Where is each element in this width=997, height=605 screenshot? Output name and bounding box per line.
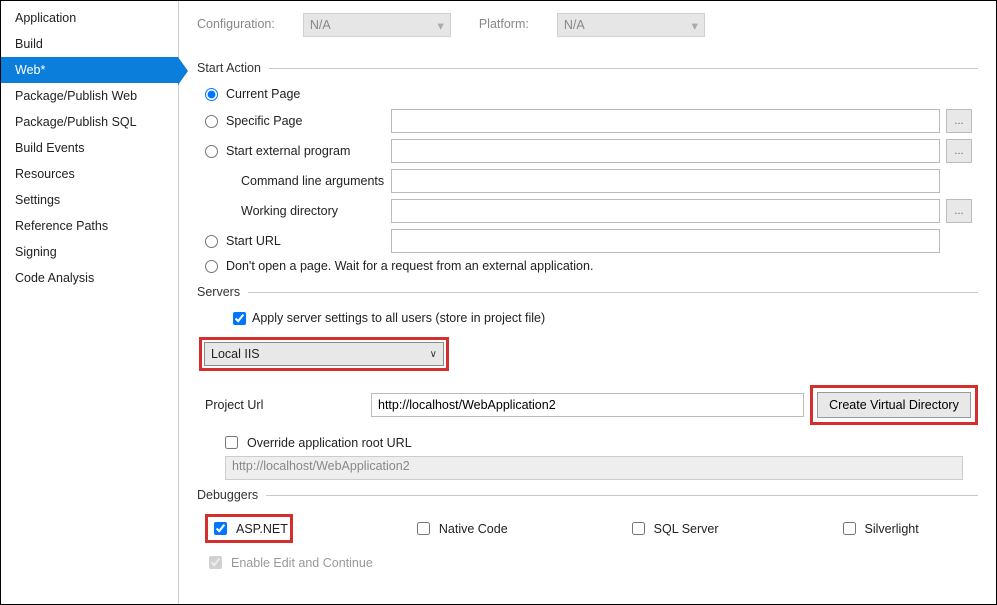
section-servers: Servers: [197, 285, 978, 299]
label-start-url: Start URL: [226, 234, 281, 248]
external-program-browse-button[interactable]: ...: [946, 139, 972, 163]
label-edit-and-continue: Enable Edit and Continue: [231, 556, 373, 570]
section-start-action: Start Action: [197, 61, 978, 75]
radio-start-external[interactable]: [205, 145, 218, 158]
specific-page-browse-button[interactable]: ...: [946, 109, 972, 133]
main-panel: Configuration: N/A▾ Platform: N/A▾ Start…: [179, 1, 996, 604]
server-type-select[interactable]: Local IIS ∨: [204, 342, 444, 366]
checkbox-silverlight[interactable]: [843, 522, 856, 535]
sidebar-item-application[interactable]: Application: [1, 5, 178, 31]
checkbox-edit-and-continue: [209, 556, 222, 569]
radio-specific-page[interactable]: [205, 115, 218, 128]
label-dont-open: Don't open a page. Wait for a request fr…: [226, 259, 593, 273]
sidebar-item-reference-paths[interactable]: Reference Paths: [1, 213, 178, 239]
chevron-down-icon: ▾: [692, 18, 698, 33]
chevron-down-icon: ▾: [438, 18, 444, 33]
external-program-input[interactable]: [391, 139, 940, 163]
chevron-down-icon: ∨: [430, 349, 437, 360]
highlight-aspnet: ASP.NET: [205, 514, 293, 543]
specific-page-input[interactable]: [391, 109, 940, 133]
working-dir-input[interactable]: [391, 199, 940, 223]
highlight-server-select: Local IIS ∨: [199, 337, 449, 371]
sidebar-item-signing[interactable]: Signing: [1, 239, 178, 265]
start-url-input[interactable]: [391, 229, 940, 253]
sidebar: Application Build Web* Package/Publish W…: [1, 1, 179, 604]
label-silverlight: Silverlight: [865, 522, 919, 536]
root-url-input-disabled: http://localhost/WebApplication2: [225, 456, 963, 480]
label-working-dir: Working directory: [197, 204, 385, 218]
sidebar-item-package-publish-sql[interactable]: Package/Publish SQL: [1, 109, 178, 135]
label-native-code: Native Code: [439, 522, 508, 536]
project-url-input[interactable]: [371, 393, 804, 417]
platform-select: N/A▾: [557, 13, 705, 37]
sidebar-item-package-publish-web[interactable]: Package/Publish Web: [1, 83, 178, 109]
checkbox-override-root[interactable]: [225, 436, 238, 449]
radio-current-page[interactable]: [205, 88, 218, 101]
sidebar-item-resources[interactable]: Resources: [1, 161, 178, 187]
configuration-select: N/A▾: [303, 13, 451, 37]
label-current-page: Current Page: [226, 87, 300, 101]
sidebar-item-web[interactable]: Web*: [1, 57, 178, 83]
highlight-create-vd: Create Virtual Directory: [810, 385, 978, 425]
label-cli-args: Command line arguments: [197, 174, 385, 188]
configuration-label: Configuration:: [197, 13, 275, 37]
checkbox-aspnet[interactable]: [214, 522, 227, 535]
checkbox-apply-all-users[interactable]: [233, 312, 246, 325]
section-debuggers: Debuggers: [197, 488, 978, 502]
create-virtual-directory-button[interactable]: Create Virtual Directory: [817, 392, 971, 418]
cli-args-input[interactable]: [391, 169, 940, 193]
checkbox-sql-server[interactable]: [632, 522, 645, 535]
label-aspnet: ASP.NET: [236, 522, 288, 536]
sidebar-item-code-analysis[interactable]: Code Analysis: [1, 265, 178, 291]
working-dir-browse-button[interactable]: ...: [946, 199, 972, 223]
radio-dont-open[interactable]: [205, 260, 218, 273]
label-apply-all-users: Apply server settings to all users (stor…: [252, 311, 545, 325]
label-sql-server: SQL Server: [654, 522, 719, 536]
sidebar-item-build[interactable]: Build: [1, 31, 178, 57]
radio-start-url[interactable]: [205, 235, 218, 248]
sidebar-item-settings[interactable]: Settings: [1, 187, 178, 213]
sidebar-item-build-events[interactable]: Build Events: [1, 135, 178, 161]
checkbox-native-code[interactable]: [417, 522, 430, 535]
label-start-external: Start external program: [226, 144, 350, 158]
platform-label: Platform:: [479, 13, 529, 37]
label-project-url: Project Url: [205, 398, 365, 412]
label-override-root: Override application root URL: [247, 436, 412, 450]
label-specific-page: Specific Page: [226, 114, 302, 128]
